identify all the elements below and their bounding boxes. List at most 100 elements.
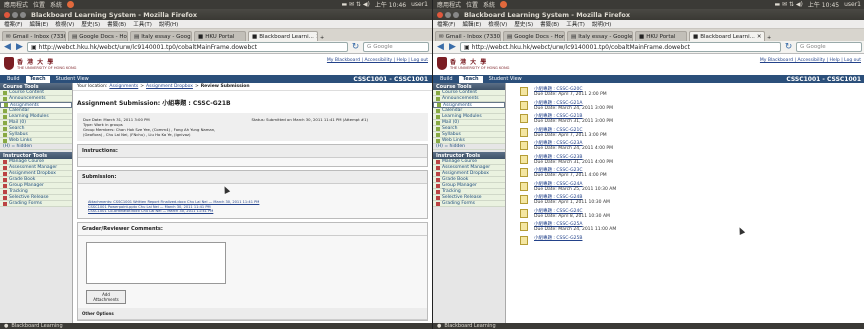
assignment-link[interactable]: 小組專題 : CSSC-G25A <box>534 220 864 227</box>
header-links[interactable]: My Blackboard | Accessibility | Help | L… <box>760 58 861 63</box>
browser-tab[interactable]: ■ HKU Portal <box>635 31 687 41</box>
breadcrumb-link[interactable]: Assignment Dropbox <box>146 84 193 89</box>
taskbar-window[interactable]: Blackboard Learning <box>11 323 62 329</box>
menu-item[interactable]: 書籤(B) <box>107 20 126 28</box>
browser-tab[interactable]: ■Blackboard Learni...✕ <box>248 31 318 41</box>
minimize-icon[interactable] <box>12 11 18 18</box>
maximize-icon[interactable] <box>20 11 26 18</box>
assignment-link[interactable]: 小組專題 : CSSC-G24C <box>534 207 864 214</box>
browser-tab[interactable]: ▤Italy essay - Google... <box>130 31 192 41</box>
list-item: 小組專題 : CSSC-G24A Due Date: March 25, 2011… <box>520 180 864 194</box>
menu-item[interactable]: 編輯(E) <box>462 20 481 28</box>
breadcrumb-link[interactable]: Assignments <box>109 84 138 89</box>
attachment-link[interactable]: CSSC1001 Co-ordinator.docx Chu Lai Nei —… <box>88 209 417 214</box>
system-menu[interactable]: 系統 <box>483 0 495 9</box>
list-item: 小組專題 : CSSC-G24B Due Date: April 1, 2011 … <box>520 193 864 207</box>
applications-menu[interactable]: 應用程式 <box>4 0 28 9</box>
maximize-icon[interactable] <box>453 11 459 18</box>
menu-item[interactable]: 歷史(S) <box>81 20 100 28</box>
tab-build[interactable]: Build <box>3 76 24 83</box>
clock[interactable]: 上午 10:45 <box>808 0 839 9</box>
assignment-link[interactable]: 小組專題 : CSSC-G23C <box>534 166 864 173</box>
assignment-link[interactable]: 小組專題 : CSSC-G23A <box>534 139 864 146</box>
menu-item[interactable]: 檔案(F) <box>4 20 22 28</box>
tab-student-view[interactable]: Student View <box>485 76 526 83</box>
tray-icons[interactable]: ▬ ✉ ⇅ ◀) <box>341 1 369 8</box>
search-input[interactable]: G Google <box>363 42 429 52</box>
assignment-link[interactable]: 小組專題 : CSSC-G24B <box>534 193 864 200</box>
list-item: 小組專題 : CSSC-G23A Due Date: March 24, 2011… <box>520 139 864 153</box>
course-tools-header[interactable]: Course Tools <box>0 83 72 90</box>
tab-teach[interactable]: Teach <box>25 75 50 83</box>
assignment-link[interactable]: 小組專題 : CSSC-G25B <box>534 234 864 241</box>
back-icon[interactable]: ◀ <box>436 42 445 52</box>
system-menu[interactable]: 系統 <box>50 0 62 9</box>
applications-menu[interactable]: 應用程式 <box>437 0 461 9</box>
browser-tab[interactable]: ▤Italy essay - Google... <box>567 31 633 41</box>
tab-label: Blackboard Learni... <box>259 33 314 40</box>
menu-item[interactable]: 檔案(F) <box>437 20 455 28</box>
browser-tab[interactable]: ▤Google Docs - Home <box>68 31 128 41</box>
close-icon[interactable] <box>437 11 443 18</box>
menu-item[interactable]: 檢視(V) <box>55 20 74 28</box>
instructor-tools-header[interactable]: Instructor Tools <box>433 152 505 159</box>
menu-item[interactable]: 說明(H) <box>592 20 611 28</box>
url-bar[interactable]: ▣ http://webct.hku.hk/webct/urw/lc9140001… <box>460 42 781 52</box>
submission-meta: Due Date: March 31, 2011 3:00 PM Type: Wo… <box>77 113 428 141</box>
comments-textarea[interactable] <box>86 241 226 284</box>
instructor-item-label: Grading Forms <box>442 201 476 206</box>
reload-icon[interactable]: ↻ <box>351 42 360 52</box>
user-menu[interactable]: user1 <box>411 1 428 8</box>
assignment-link[interactable]: 小組專題 : CSSC-G21C <box>534 126 864 133</box>
course-id: CSSC1001 - CSSC1001 <box>786 75 861 83</box>
menu-item[interactable]: 編輯(E) <box>29 20 48 28</box>
close-tab-icon[interactable]: ✕ <box>757 34 762 40</box>
menu-item[interactable]: 歷史(S) <box>514 20 533 28</box>
assignment-link[interactable]: 小組專題 : CSSC-G21A <box>534 99 864 106</box>
back-icon[interactable]: ◀ <box>3 42 12 52</box>
tab-build[interactable]: Build <box>436 76 457 83</box>
menu-item[interactable]: 說明(H) <box>159 20 178 28</box>
course-tools-header[interactable]: Course Tools <box>433 83 505 90</box>
add-attachments-button[interactable]: Add Attachments <box>86 289 126 304</box>
instructions-box: Instructions: <box>77 144 428 167</box>
search-input[interactable]: G Google <box>796 42 862 52</box>
group-members[interactable]: Group Members: Chan Hok Sze Yee, (Comm4)… <box>83 127 223 137</box>
menu-item[interactable]: 工具(T) <box>133 20 152 28</box>
header-links[interactable]: My Blackboard | Accessibility | Help | L… <box>327 58 428 63</box>
menu-item[interactable]: 檢視(V) <box>488 20 507 28</box>
tab-student-view[interactable]: Student View <box>52 76 93 83</box>
reload-icon[interactable]: ↻ <box>784 42 793 52</box>
assignment-link[interactable]: 小組專題 : CSSC-G21B <box>534 112 864 119</box>
user-menu[interactable]: user1 <box>844 1 861 8</box>
tab-teach[interactable]: Teach <box>458 75 483 83</box>
clock[interactable]: 上午 10:46 <box>375 0 406 9</box>
instructor-item[interactable]: Grading Forms <box>433 201 505 207</box>
tray-icons[interactable]: ▬ ✉ ⇅ ◀) <box>774 1 802 8</box>
menu-item[interactable]: 工具(T) <box>566 20 585 28</box>
assignment-link[interactable]: 小組專題 : CSSC-G24A <box>534 180 864 187</box>
browser-tab[interactable]: ✉Gmail - Inbox (7330... <box>2 31 66 41</box>
due-date: Due Date: March 31, 2011 3:00 PM <box>534 119 613 124</box>
browser-tab[interactable]: ■ HKU Portal <box>194 31 246 41</box>
close-tab-icon[interactable]: ✕ <box>316 34 317 40</box>
browser-tab[interactable]: ■Blackboard Learni...✕ <box>689 31 765 41</box>
instructor-item[interactable]: Grading Forms <box>0 201 72 207</box>
places-menu[interactable]: 位置 <box>33 0 45 9</box>
places-menu[interactable]: 位置 <box>466 0 478 9</box>
taskbar-window[interactable]: Blackboard Learning <box>444 323 495 329</box>
sidebar: Course Tools Course Content Announcements A… <box>0 83 73 323</box>
minimize-icon[interactable] <box>445 11 451 18</box>
url-bar[interactable]: ▣ http://webct.hku.hk/webct/urw/lc9140001… <box>27 42 348 52</box>
browser-tab[interactable]: ▤Google Docs - Home <box>503 31 565 41</box>
menu-item[interactable]: 書籤(B) <box>540 20 559 28</box>
favicon-icon: ■ <box>693 33 699 40</box>
assignment-link[interactable]: 小組專題 : CSSC-G23B <box>534 153 864 160</box>
sidebar: Course Tools Course Content Announcements A… <box>433 83 506 323</box>
instructor-tools-header[interactable]: Instructor Tools <box>0 152 72 159</box>
assignment-link[interactable]: 小組專題 : CSSC-G20C <box>534 85 864 92</box>
browser-tab[interactable]: ✉Gmail - Inbox (7330... <box>435 31 501 41</box>
close-icon[interactable] <box>4 11 10 18</box>
forward-icon[interactable]: ▶ <box>15 42 24 52</box>
forward-icon[interactable]: ▶ <box>448 42 457 52</box>
